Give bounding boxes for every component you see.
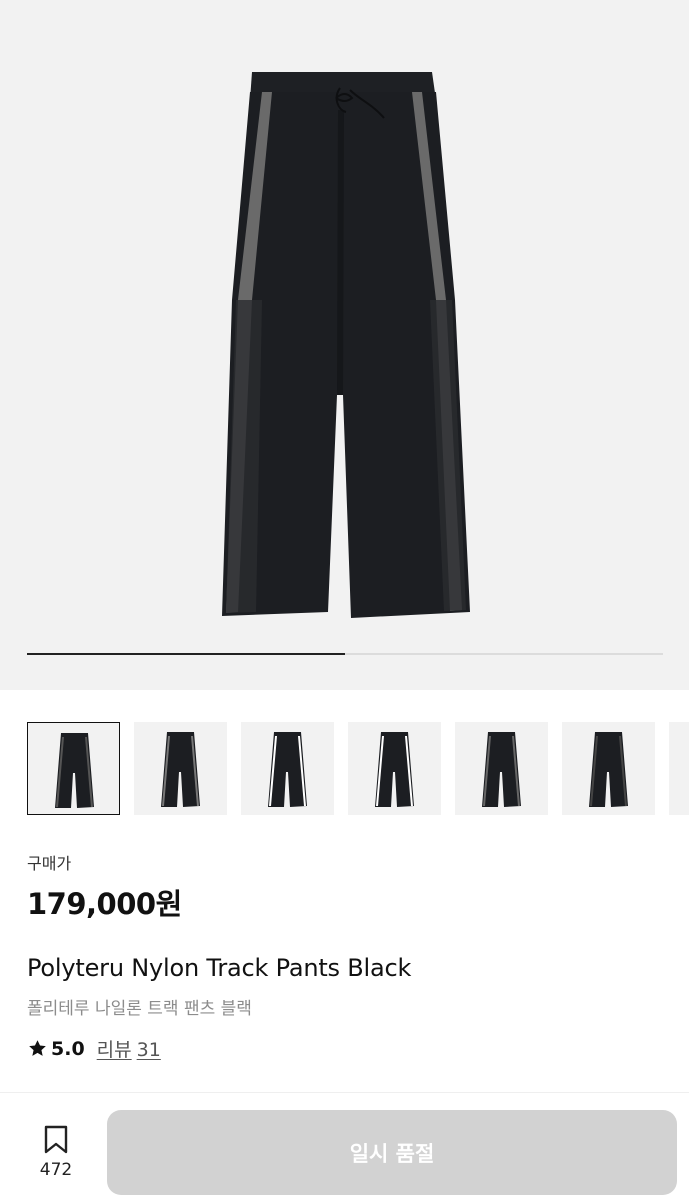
- carousel-progress: [27, 653, 663, 655]
- carousel-progress-fill: [27, 653, 345, 655]
- thumbnail-4[interactable]: [348, 722, 441, 815]
- reviews-count: 31: [136, 1039, 161, 1061]
- thumbnail-image: [589, 732, 628, 807]
- thumbnail-image: [375, 732, 414, 807]
- thumbnail-image: [161, 732, 200, 807]
- product-name-ko: 폴리테루 나일론 트랙 팬츠 블랙: [27, 999, 252, 1019]
- thumbnail-1[interactable]: [27, 722, 120, 815]
- thumbnail-3[interactable]: [241, 722, 334, 815]
- bottom-action-bar: 472 일시 품절: [0, 1092, 689, 1200]
- sold-out-button[interactable]: 일시 품절: [107, 1110, 677, 1195]
- reviews-link[interactable]: 리뷰 31: [97, 1035, 161, 1062]
- thumbnail-image: [482, 732, 521, 807]
- bookmark-count: 472: [39, 1160, 73, 1180]
- product-main-image: [222, 72, 470, 618]
- thumbnail-image: [669, 722, 689, 815]
- price: 179,000원: [27, 887, 182, 921]
- rating-summary: 5.0 리뷰 31: [27, 1035, 161, 1062]
- thumbnail-2[interactable]: [134, 722, 227, 815]
- product-image-carousel[interactable]: [0, 0, 689, 690]
- thumbnail-7[interactable]: [669, 722, 689, 815]
- star-icon: [29, 1040, 46, 1056]
- bookmark-icon: [44, 1125, 68, 1154]
- thumbnail-6[interactable]: [562, 722, 655, 815]
- thumbnail-strip[interactable]: [27, 722, 689, 817]
- thumbnail-image: [55, 733, 94, 808]
- reviews-label: 리뷰: [96, 1039, 132, 1061]
- rating-value: 5.0: [51, 1037, 85, 1060]
- thumbnail-5[interactable]: [455, 722, 548, 815]
- price-label: 구매가: [27, 854, 72, 873]
- thumbnail-image: [268, 732, 307, 807]
- product-name-en: Polyteru Nylon Track Pants Black: [27, 954, 412, 982]
- bookmark-button[interactable]: 472: [27, 1125, 85, 1185]
